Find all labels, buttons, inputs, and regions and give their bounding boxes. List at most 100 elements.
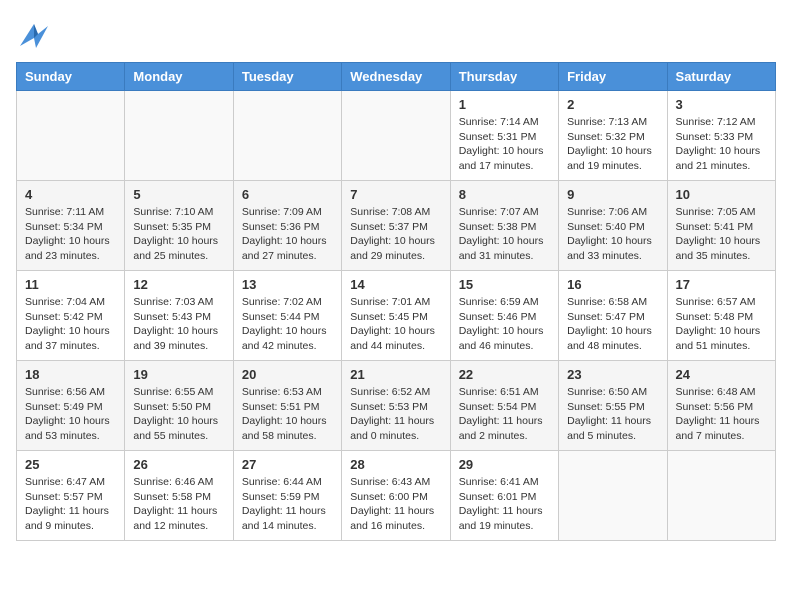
calendar-cell: 14 Sunrise: 7:01 AM Sunset: 5:45 PM Dayli… [342,271,450,361]
calendar-cell: 12 Sunrise: 7:03 AM Sunset: 5:43 PM Dayli… [125,271,233,361]
calendar-cell: 18 Sunrise: 6:56 AM Sunset: 5:49 PM Dayli… [17,361,125,451]
calendar-header-monday: Monday [125,63,233,91]
day-info: Sunrise: 7:04 AM Sunset: 5:42 PM Dayligh… [25,295,116,354]
day-number: 25 [25,457,116,472]
calendar-cell: 16 Sunrise: 6:58 AM Sunset: 5:47 PM Dayli… [559,271,667,361]
calendar-header-thursday: Thursday [450,63,558,91]
day-number: 23 [567,367,658,382]
calendar-cell [342,91,450,181]
calendar-cell: 17 Sunrise: 6:57 AM Sunset: 5:48 PM Dayli… [667,271,775,361]
calendar-cell: 27 Sunrise: 6:44 AM Sunset: 5:59 PM Dayli… [233,451,341,541]
day-number: 8 [459,187,550,202]
day-number: 17 [676,277,767,292]
day-info: Sunrise: 6:51 AM Sunset: 5:54 PM Dayligh… [459,385,550,444]
calendar-cell [125,91,233,181]
day-info: Sunrise: 6:48 AM Sunset: 5:56 PM Dayligh… [676,385,767,444]
calendar-cell: 8 Sunrise: 7:07 AM Sunset: 5:38 PM Daylig… [450,181,558,271]
calendar-cell: 3 Sunrise: 7:12 AM Sunset: 5:33 PM Daylig… [667,91,775,181]
day-number: 27 [242,457,333,472]
day-info: Sunrise: 7:09 AM Sunset: 5:36 PM Dayligh… [242,205,333,264]
day-info: Sunrise: 6:53 AM Sunset: 5:51 PM Dayligh… [242,385,333,444]
day-info: Sunrise: 7:14 AM Sunset: 5:31 PM Dayligh… [459,115,550,174]
day-number: 7 [350,187,441,202]
day-info: Sunrise: 7:03 AM Sunset: 5:43 PM Dayligh… [133,295,224,354]
day-number: 2 [567,97,658,112]
day-info: Sunrise: 6:59 AM Sunset: 5:46 PM Dayligh… [459,295,550,354]
day-number: 20 [242,367,333,382]
day-number: 14 [350,277,441,292]
calendar-cell: 2 Sunrise: 7:13 AM Sunset: 5:32 PM Daylig… [559,91,667,181]
page-header [16,16,776,54]
day-info: Sunrise: 6:43 AM Sunset: 6:00 PM Dayligh… [350,475,441,534]
day-number: 24 [676,367,767,382]
day-info: Sunrise: 7:05 AM Sunset: 5:41 PM Dayligh… [676,205,767,264]
day-info: Sunrise: 6:41 AM Sunset: 6:01 PM Dayligh… [459,475,550,534]
calendar-cell: 11 Sunrise: 7:04 AM Sunset: 5:42 PM Dayli… [17,271,125,361]
calendar-cell: 4 Sunrise: 7:11 AM Sunset: 5:34 PM Daylig… [17,181,125,271]
calendar-header-tuesday: Tuesday [233,63,341,91]
day-info: Sunrise: 6:58 AM Sunset: 5:47 PM Dayligh… [567,295,658,354]
day-info: Sunrise: 7:07 AM Sunset: 5:38 PM Dayligh… [459,205,550,264]
day-number: 15 [459,277,550,292]
day-info: Sunrise: 6:47 AM Sunset: 5:57 PM Dayligh… [25,475,116,534]
day-number: 9 [567,187,658,202]
calendar-cell: 25 Sunrise: 6:47 AM Sunset: 5:57 PM Dayli… [17,451,125,541]
day-info: Sunrise: 6:52 AM Sunset: 5:53 PM Dayligh… [350,385,441,444]
day-number: 19 [133,367,224,382]
day-info: Sunrise: 7:13 AM Sunset: 5:32 PM Dayligh… [567,115,658,174]
calendar-cell: 13 Sunrise: 7:02 AM Sunset: 5:44 PM Dayli… [233,271,341,361]
calendar-cell [233,91,341,181]
day-info: Sunrise: 6:44 AM Sunset: 5:59 PM Dayligh… [242,475,333,534]
day-number: 26 [133,457,224,472]
calendar-cell: 7 Sunrise: 7:08 AM Sunset: 5:37 PM Daylig… [342,181,450,271]
day-number: 4 [25,187,116,202]
day-info: Sunrise: 7:06 AM Sunset: 5:40 PM Dayligh… [567,205,658,264]
day-number: 12 [133,277,224,292]
day-info: Sunrise: 7:08 AM Sunset: 5:37 PM Dayligh… [350,205,441,264]
day-number: 13 [242,277,333,292]
calendar-cell: 6 Sunrise: 7:09 AM Sunset: 5:36 PM Daylig… [233,181,341,271]
day-info: Sunrise: 6:56 AM Sunset: 5:49 PM Dayligh… [25,385,116,444]
logo [16,16,58,54]
calendar-cell [667,451,775,541]
day-number: 1 [459,97,550,112]
day-info: Sunrise: 7:11 AM Sunset: 5:34 PM Dayligh… [25,205,116,264]
day-number: 28 [350,457,441,472]
calendar-week-row: 1 Sunrise: 7:14 AM Sunset: 5:31 PM Daylig… [17,91,776,181]
day-number: 11 [25,277,116,292]
calendar-cell: 21 Sunrise: 6:52 AM Sunset: 5:53 PM Dayli… [342,361,450,451]
calendar-cell: 10 Sunrise: 7:05 AM Sunset: 5:41 PM Dayli… [667,181,775,271]
calendar-week-row: 11 Sunrise: 7:04 AM Sunset: 5:42 PM Dayli… [17,271,776,361]
logo-bird-icon [16,16,54,54]
day-number: 10 [676,187,767,202]
day-info: Sunrise: 7:02 AM Sunset: 5:44 PM Dayligh… [242,295,333,354]
day-number: 18 [25,367,116,382]
day-number: 5 [133,187,224,202]
day-info: Sunrise: 7:12 AM Sunset: 5:33 PM Dayligh… [676,115,767,174]
calendar-header-row: SundayMondayTuesdayWednesdayThursdayFrid… [17,63,776,91]
calendar-cell [17,91,125,181]
calendar-header-friday: Friday [559,63,667,91]
calendar-cell: 9 Sunrise: 7:06 AM Sunset: 5:40 PM Daylig… [559,181,667,271]
calendar-cell: 29 Sunrise: 6:41 AM Sunset: 6:01 PM Dayli… [450,451,558,541]
calendar-week-row: 25 Sunrise: 6:47 AM Sunset: 5:57 PM Dayli… [17,451,776,541]
day-info: Sunrise: 7:01 AM Sunset: 5:45 PM Dayligh… [350,295,441,354]
calendar-cell: 24 Sunrise: 6:48 AM Sunset: 5:56 PM Dayli… [667,361,775,451]
day-info: Sunrise: 7:10 AM Sunset: 5:35 PM Dayligh… [133,205,224,264]
day-number: 3 [676,97,767,112]
day-number: 16 [567,277,658,292]
day-info: Sunrise: 6:50 AM Sunset: 5:55 PM Dayligh… [567,385,658,444]
calendar-cell: 15 Sunrise: 6:59 AM Sunset: 5:46 PM Dayli… [450,271,558,361]
day-info: Sunrise: 6:57 AM Sunset: 5:48 PM Dayligh… [676,295,767,354]
calendar-cell: 23 Sunrise: 6:50 AM Sunset: 5:55 PM Dayli… [559,361,667,451]
calendar-cell: 28 Sunrise: 6:43 AM Sunset: 6:00 PM Dayli… [342,451,450,541]
calendar-header-wednesday: Wednesday [342,63,450,91]
day-number: 21 [350,367,441,382]
calendar-cell: 26Sunrise: 6:46 AM Sunset: 5:58 PM Dayli… [125,451,233,541]
day-number: 29 [459,457,550,472]
day-number: 22 [459,367,550,382]
calendar-week-row: 18 Sunrise: 6:56 AM Sunset: 5:49 PM Dayli… [17,361,776,451]
calendar-week-row: 4 Sunrise: 7:11 AM Sunset: 5:34 PM Daylig… [17,181,776,271]
day-number: 6 [242,187,333,202]
calendar-header-saturday: Saturday [667,63,775,91]
